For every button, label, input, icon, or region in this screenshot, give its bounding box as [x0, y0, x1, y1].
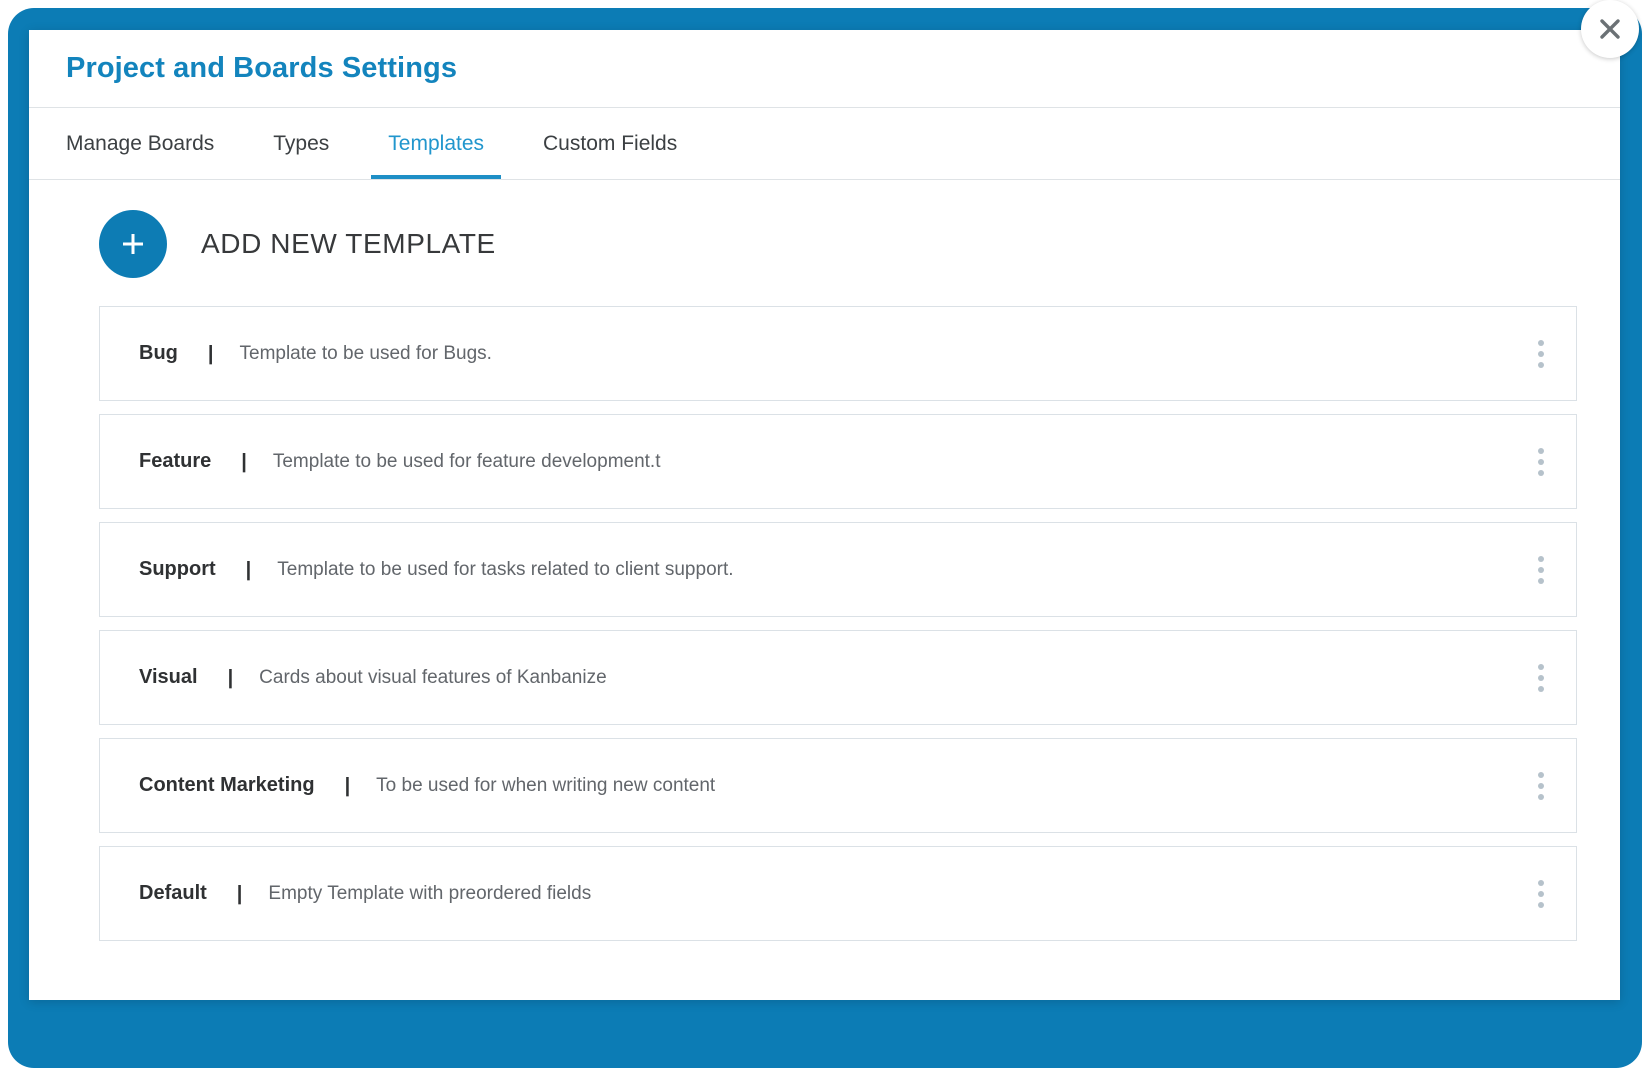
template-description: To be used for when writing new content [376, 774, 716, 796]
add-new-template-label: ADD NEW TEMPLATE [201, 228, 496, 259]
kebab-menu-icon[interactable] [1528, 337, 1554, 371]
tab-custom-fields[interactable]: Custom Fields [526, 108, 694, 179]
template-separator: | [344, 774, 351, 797]
settings-dialog: Project and Boards Settings Manage Board… [29, 30, 1620, 1000]
template-separator: | [241, 450, 247, 473]
kebab-menu-icon[interactable] [1528, 661, 1554, 695]
kebab-menu-icon[interactable] [1528, 769, 1554, 803]
template-name: Bug [139, 342, 178, 364]
tab-templates[interactable]: Templates [371, 108, 501, 179]
template-row[interactable]: Visual | Cards about visual features of … [99, 630, 1577, 725]
page-title: Project and Boards Settings [66, 52, 458, 84]
dialog-body: ADD NEW TEMPLATE Bug | Template to be us… [29, 180, 1620, 941]
template-description: Template to be used for feature developm… [272, 450, 661, 472]
template-row[interactable]: Feature | Template to be used for featur… [99, 414, 1577, 509]
template-separator: | [245, 558, 252, 581]
tab-label: Manage Boards [66, 131, 215, 155]
template-name: Content Marketing [139, 774, 315, 796]
kebab-menu-icon[interactable] [1528, 445, 1554, 479]
template-description: Cards about visual features of Kanbanize [259, 666, 607, 688]
template-separator: | [236, 882, 243, 905]
tab-bar: Manage Boards Types Templates Custom Fie… [29, 108, 1620, 180]
screen: Project and Boards Settings Manage Board… [0, 0, 1650, 1087]
template-row[interactable]: Content Marketing | To be used for when … [99, 738, 1577, 833]
close-icon [1600, 19, 1620, 39]
dialog-header: Project and Boards Settings [29, 30, 1620, 108]
tab-label: Custom Fields [543, 131, 678, 155]
template-list: Bug | Template to be used for Bugs. Feat… [29, 306, 1620, 941]
plus-icon [99, 210, 167, 278]
template-separator: | [207, 342, 214, 365]
template-separator: | [227, 666, 234, 689]
template-name: Feature [139, 450, 212, 472]
template-description: Empty Template with preordered fields [268, 882, 592, 904]
template-name: Default [139, 882, 207, 904]
tab-label: Templates [388, 131, 485, 155]
kebab-menu-icon[interactable] [1528, 553, 1554, 587]
tab-manage-boards[interactable]: Manage Boards [66, 108, 231, 179]
template-row[interactable]: Support | Template to be used for tasks … [99, 522, 1577, 617]
template-description: Template to be used for tasks related to… [277, 558, 734, 580]
tab-label: Types [273, 131, 330, 155]
kebab-menu-icon[interactable] [1528, 877, 1554, 911]
template-row[interactable]: Bug | Template to be used for Bugs. [99, 306, 1577, 401]
add-new-template-button[interactable]: ADD NEW TEMPLATE [29, 180, 496, 306]
template-row[interactable]: Default | Empty Template with preordered… [99, 846, 1577, 941]
template-name: Support [139, 558, 216, 580]
tab-types[interactable]: Types [256, 108, 346, 179]
close-button[interactable] [1581, 0, 1639, 58]
template-description: Template to be used for Bugs. [239, 342, 492, 364]
template-name: Visual [139, 666, 198, 688]
